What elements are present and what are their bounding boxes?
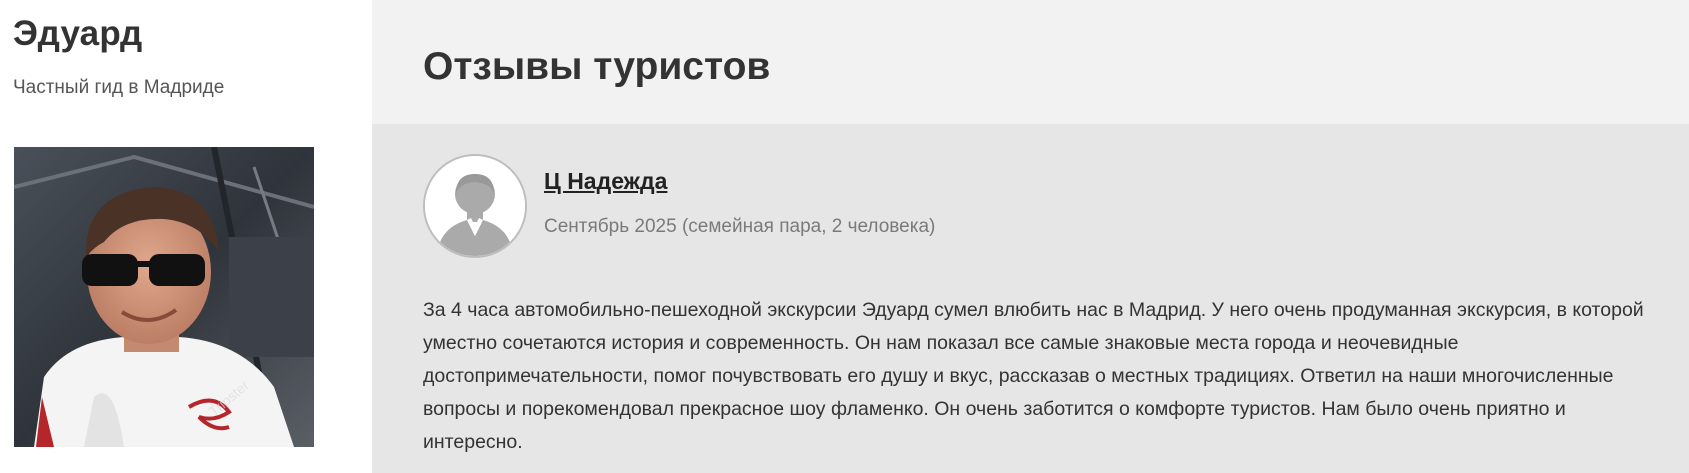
reviews-header: Отзывы туристов (372, 0, 1689, 124)
review-card: Ц Надежда Сентябрь 2025 (семейная пара, … (372, 124, 1689, 473)
user-silhouette-icon (423, 154, 527, 258)
reviews-section: Отзывы туристов Ц Надежда Сентябрь 2025 … (372, 0, 1689, 473)
review-date-meta: Сентябрь 2025 (семейная пара, 2 человека… (544, 216, 936, 237)
reviewer-name-link[interactable]: Ц Надежда (544, 168, 667, 195)
guide-photo-image: Tripster (14, 147, 314, 447)
review-text: За 4 часа автомобильно-пешеходной экскур… (423, 299, 1644, 453)
guide-profile: Эдуард Частный гид в Мадриде Tripster (0, 0, 372, 473)
guide-name: Эдуард (13, 14, 143, 53)
reviews-title: Отзывы туристов (423, 45, 771, 88)
page: Эдуард Частный гид в Мадриде Tripster От… (0, 0, 1689, 473)
guide-photo: Tripster (14, 147, 314, 447)
guide-subtitle: Частный гид в Мадриде (13, 77, 225, 98)
